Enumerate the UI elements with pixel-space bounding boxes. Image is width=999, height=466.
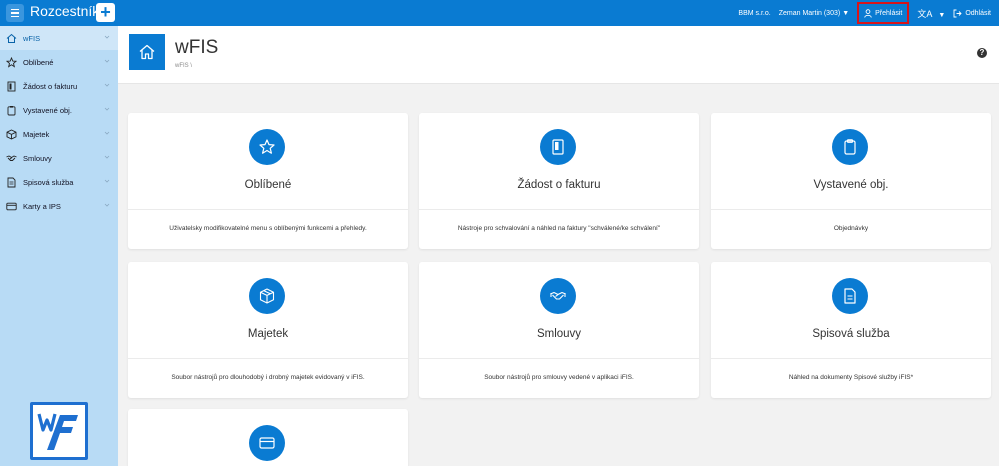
- wfis-logo-mark: [37, 413, 78, 450]
- handshake-icon: [6, 153, 17, 164]
- chevron-down-icon[interactable]: [104, 154, 110, 160]
- prehlasit-label: Přehlásit: [875, 9, 903, 17]
- logout-icon: [953, 9, 962, 17]
- card-description: Náhled na dokumenty Spisové služby iFIS*: [788, 374, 914, 381]
- logout-label: Odhlásit: [965, 9, 991, 17]
- add-button[interactable]: +: [96, 3, 115, 22]
- card-description: Uživatelsky modifikovatelné menu s oblíb…: [169, 225, 367, 232]
- chevron-down-icon[interactable]: [104, 106, 110, 112]
- sidebar-item-zadost-o-fakturu[interactable]: Žádost o fakturu: [0, 74, 118, 98]
- card-title: Spisová služba: [812, 328, 890, 340]
- menu-toggle-icon[interactable]: [6, 4, 24, 22]
- card-description: Objednávky: [833, 225, 869, 232]
- card-divider: [128, 358, 408, 359]
- logout-button[interactable]: Odhlásit: [953, 9, 991, 18]
- home-icon: [6, 33, 17, 44]
- card-description: Nástroje pro schvalování a náhled na fak…: [457, 225, 661, 232]
- wfis-logo: [30, 402, 88, 460]
- sidebar-item-karty-a-ips[interactable]: Karty a IPS: [0, 194, 118, 218]
- page-header: wFIS wFIS \ ?: [118, 26, 999, 84]
- user-menu[interactable]: Zeman Martin (303) ▼: [779, 10, 849, 17]
- sidebar-item-wfis[interactable]: wFIS: [0, 26, 118, 50]
- chevron-down-icon[interactable]: [104, 34, 110, 40]
- breadcrumb[interactable]: wFIS \: [175, 63, 192, 69]
- top-right-menu: BBM s.r.o. Zeman Martin (303) ▼ Přehlásit…: [738, 0, 999, 26]
- card-icon: [6, 201, 17, 212]
- box-icon: [249, 278, 285, 314]
- help-icon[interactable]: ?: [977, 48, 987, 58]
- card-divider: [711, 209, 991, 210]
- user-icon: [864, 8, 872, 18]
- card-title: Vystavené obj.: [813, 179, 889, 191]
- card-vystavene-obj[interactable]: Vystavené obj. Objednávky: [711, 113, 991, 249]
- home-icon: [139, 44, 155, 60]
- box-icon: [6, 128, 17, 140]
- star-icon: [249, 129, 285, 165]
- invoice-icon: [540, 129, 576, 165]
- card-zadost-o-fakturu[interactable]: Žádost o fakturu Nástroje pro schvalován…: [419, 113, 699, 249]
- home-button[interactable]: [129, 34, 165, 70]
- sidebar-item-oblibene[interactable]: Oblíbené: [0, 50, 118, 74]
- card-title: Žádost o fakturu: [517, 179, 601, 191]
- invoice-icon: [6, 81, 17, 92]
- chevron-down-icon[interactable]: [104, 82, 110, 88]
- sidebar: wFIS Oblíbené Žádost o fakturu Vystavené…: [0, 26, 118, 466]
- document-icon: [832, 278, 868, 314]
- chevron-down-icon[interactable]: [104, 58, 110, 64]
- card-oblibene[interactable]: Oblíbené Uživatelsky modifikovatelné men…: [128, 113, 408, 249]
- prehlasit-button[interactable]: Přehlásit: [857, 2, 910, 24]
- chevron-down-icon[interactable]: [104, 130, 110, 136]
- clipboard-icon: [6, 105, 17, 116]
- card-smlouvy[interactable]: Smlouvy Soubor nástrojů pro smlouvy vede…: [419, 262, 699, 398]
- chevron-down-icon[interactable]: [104, 178, 110, 184]
- sidebar-item-smlouvy[interactable]: Smlouvy: [0, 146, 118, 170]
- company-name: BBM s.r.o.: [738, 9, 771, 17]
- app-title[interactable]: Rozcestník: [30, 3, 99, 19]
- card-icon: [249, 425, 285, 461]
- card-title: Oblíbené: [244, 179, 292, 191]
- translate-icon: 文A: [917, 8, 933, 19]
- star-icon: [6, 56, 17, 68]
- clipboard-icon: [832, 129, 868, 165]
- card-title: Smlouvy: [536, 328, 582, 340]
- card-title: Majetek: [247, 328, 289, 340]
- sidebar-item-vystavene-obj[interactable]: Vystavené obj.: [0, 98, 118, 122]
- caret-down-icon: ▼: [938, 11, 946, 19]
- page-title: wFIS: [175, 37, 219, 58]
- card-divider: [128, 209, 408, 210]
- sidebar-item-majetek[interactable]: Majetek: [0, 122, 118, 146]
- handshake-icon: [540, 278, 576, 314]
- document-icon: [6, 177, 17, 188]
- caret-down-icon: ▼: [842, 9, 850, 17]
- card-divider: [419, 209, 699, 210]
- card-description: Soubor nástrojů pro dlouhodobý i drobný …: [171, 374, 365, 381]
- top-bar: Rozcestník + BBM s.r.o. Zeman Martin (30…: [0, 0, 999, 26]
- card-karty-a-ips[interactable]: [128, 409, 408, 466]
- card-description: Soubor nástrojů pro smlouvy vedené v apl…: [484, 374, 634, 381]
- card-divider: [419, 358, 699, 359]
- chevron-down-icon[interactable]: [104, 202, 110, 208]
- language-menu[interactable]: 文A ▼: [917, 7, 945, 20]
- card-divider: [711, 358, 991, 359]
- sidebar-item-spisova-sluzba[interactable]: Spisová služba: [0, 170, 118, 194]
- card-majetek[interactable]: Majetek Soubor nástrojů pro dlouhodobý i…: [128, 262, 408, 398]
- card-spisova-sluzba[interactable]: Spisová služba Náhled na dokumenty Spiso…: [711, 262, 991, 398]
